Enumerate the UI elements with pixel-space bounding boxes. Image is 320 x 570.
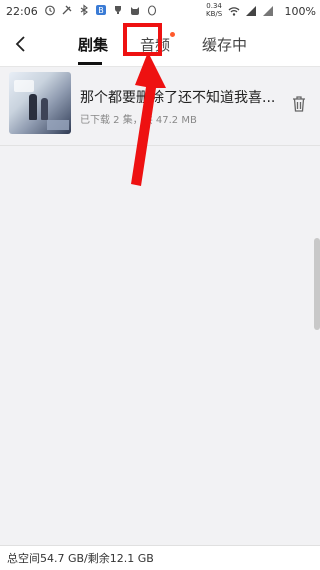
penguin-icon (147, 5, 157, 16)
notification-icons: B (44, 4, 158, 16)
scrollbar[interactable] (314, 238, 320, 330)
video-thumbnail (9, 72, 71, 134)
storage-footer: 总空间54.7 GB/剩余12.1 GB (0, 545, 320, 570)
signal-icon (246, 6, 256, 16)
trophy-icon (115, 6, 121, 14)
tab-episodes[interactable]: 剧集 (78, 34, 108, 55)
bluetooth-icon (80, 4, 88, 16)
net-speed-unit: KB/S (206, 10, 223, 18)
back-arrow-icon[interactable] (10, 33, 32, 55)
trash-icon[interactable] (289, 94, 309, 114)
alarm-icon (45, 5, 55, 16)
pin-icon (62, 5, 72, 15)
video-title: 那个都要删除了还不知道我喜... (80, 90, 276, 106)
app-b-icon: B (96, 5, 106, 15)
highlight-box (123, 23, 162, 56)
net-speed-value: 0.34 (206, 2, 222, 10)
active-tab-indicator (78, 62, 102, 65)
audio-badge-dot (170, 32, 175, 37)
tab-downloading[interactable]: 缓存中 (202, 34, 247, 55)
cat-icon (131, 7, 139, 15)
status-time: 22:06 (6, 5, 38, 18)
battery-level: 100% (284, 5, 316, 18)
net-speed: 0.34 KB/S (206, 2, 222, 18)
download-list-item[interactable]: 那个都要删除了还不知道我喜... 已下载 2 集，共 47.2 MB (0, 67, 320, 146)
signal-icon-2 (263, 6, 273, 16)
download-meta: 已下载 2 集，共 47.2 MB (80, 115, 197, 126)
svg-text:B: B (98, 6, 104, 15)
storage-info: 总空间54.7 GB/剩余12.1 GB (7, 552, 154, 565)
wifi-icon (228, 7, 240, 16)
status-bar: 22:06 B 0.34 KB/S 100% (0, 0, 320, 24)
system-icons (228, 5, 274, 17)
